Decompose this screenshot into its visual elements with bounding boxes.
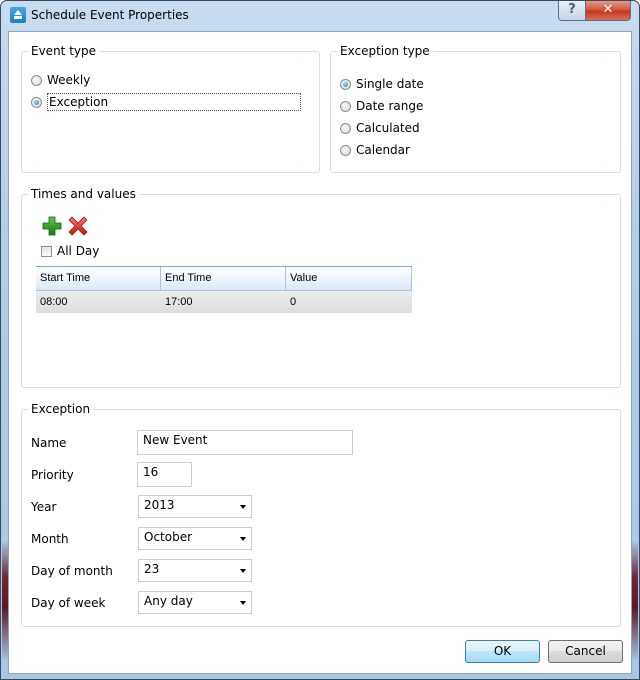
priority-input[interactable]: 16: [137, 462, 192, 487]
chevron-down-icon[interactable]: [240, 601, 246, 605]
column-header-value[interactable]: Value: [286, 267, 412, 290]
delete-row-button[interactable]: [68, 216, 88, 236]
group-title: Exception: [28, 401, 94, 417]
radio-label: Date range: [356, 99, 424, 113]
month-value: October: [144, 530, 193, 544]
grid-header: Start Time End Time Value: [36, 267, 412, 291]
chevron-down-icon[interactable]: [240, 505, 246, 509]
year-dropdown[interactable]: 2013: [138, 495, 252, 518]
cell-start-time[interactable]: 08:00: [36, 291, 161, 313]
close-icon: ✕: [602, 2, 614, 17]
month-label: Month: [31, 532, 69, 546]
help-button[interactable]: ?: [558, 1, 586, 21]
cancel-button[interactable]: Cancel: [548, 640, 623, 663]
radio-calculated[interactable]: Calculated: [340, 119, 420, 137]
name-input[interactable]: New Event: [137, 430, 353, 455]
day-of-month-label: Day of month: [31, 564, 113, 578]
dialog-window: Schedule Event Properties ? ✕ Event type…: [0, 0, 640, 680]
group-title: Exception type: [337, 43, 433, 59]
all-day-label: All Day: [57, 244, 100, 258]
radio-label: Single date: [356, 77, 424, 91]
radio-icon[interactable]: [340, 78, 351, 90]
radio-label: Calendar: [356, 143, 410, 157]
ok-button[interactable]: OK: [465, 640, 540, 663]
add-icon: [42, 216, 62, 236]
help-icon: ?: [568, 2, 576, 17]
priority-label: Priority: [31, 468, 74, 482]
radio-date-range[interactable]: Date range: [340, 97, 423, 115]
table-row[interactable]: 08:00 17:00 0: [36, 291, 412, 313]
chevron-down-icon[interactable]: [240, 537, 246, 541]
radio-single-date[interactable]: Single date: [340, 75, 424, 93]
radio-calendar[interactable]: Calendar: [340, 141, 410, 159]
radio-icon[interactable]: [31, 96, 42, 108]
app-icon: [10, 7, 26, 23]
cell-value[interactable]: 0: [286, 291, 412, 313]
day-of-month-value: 23: [144, 562, 160, 576]
column-header-start-time[interactable]: Start Time: [36, 267, 161, 290]
radio-label: Exception: [47, 93, 301, 111]
day-of-month-dropdown[interactable]: 23: [138, 559, 252, 582]
radio-label: Weekly: [47, 73, 91, 87]
radio-icon[interactable]: [31, 74, 42, 86]
chevron-down-icon[interactable]: [240, 569, 246, 573]
column-header-end-time[interactable]: End Time: [161, 267, 286, 290]
radio-label: Calculated: [356, 121, 420, 135]
window-edge: [632, 541, 638, 661]
window-title: Schedule Event Properties: [31, 8, 189, 22]
radio-exception[interactable]: Exception: [31, 93, 301, 111]
radio-icon[interactable]: [340, 144, 351, 156]
add-row-button[interactable]: [42, 216, 62, 236]
month-dropdown[interactable]: October: [138, 527, 252, 550]
year-value: 2013: [144, 498, 175, 512]
radio-weekly[interactable]: Weekly: [31, 71, 90, 89]
event-type-group: Event type Weekly Exception: [21, 43, 320, 173]
delete-icon: [68, 216, 88, 236]
name-label: Name: [31, 436, 67, 450]
dialog-client-area: Event type Weekly Exception Exception ty…: [8, 31, 632, 674]
all-day-checkbox[interactable]: All Day: [41, 242, 99, 260]
day-of-week-label: Day of week: [31, 596, 106, 610]
group-title: Times and values: [28, 186, 139, 202]
day-of-week-value: Any day: [144, 594, 193, 608]
day-of-week-dropdown[interactable]: Any day: [138, 591, 252, 614]
cell-end-time[interactable]: 17:00: [161, 291, 286, 313]
exception-type-group: Exception type Single date Date range Ca…: [330, 43, 621, 173]
times-grid: Start Time End Time Value 08:00 17:00 0: [36, 266, 412, 313]
group-title: Event type: [28, 43, 99, 59]
year-label: Year: [31, 500, 57, 514]
title-bar[interactable]: Schedule Event Properties ? ✕: [1, 1, 639, 31]
checkbox-icon[interactable]: [41, 245, 52, 257]
close-button[interactable]: ✕: [585, 1, 631, 21]
radio-icon[interactable]: [340, 100, 351, 112]
radio-icon[interactable]: [340, 122, 351, 134]
